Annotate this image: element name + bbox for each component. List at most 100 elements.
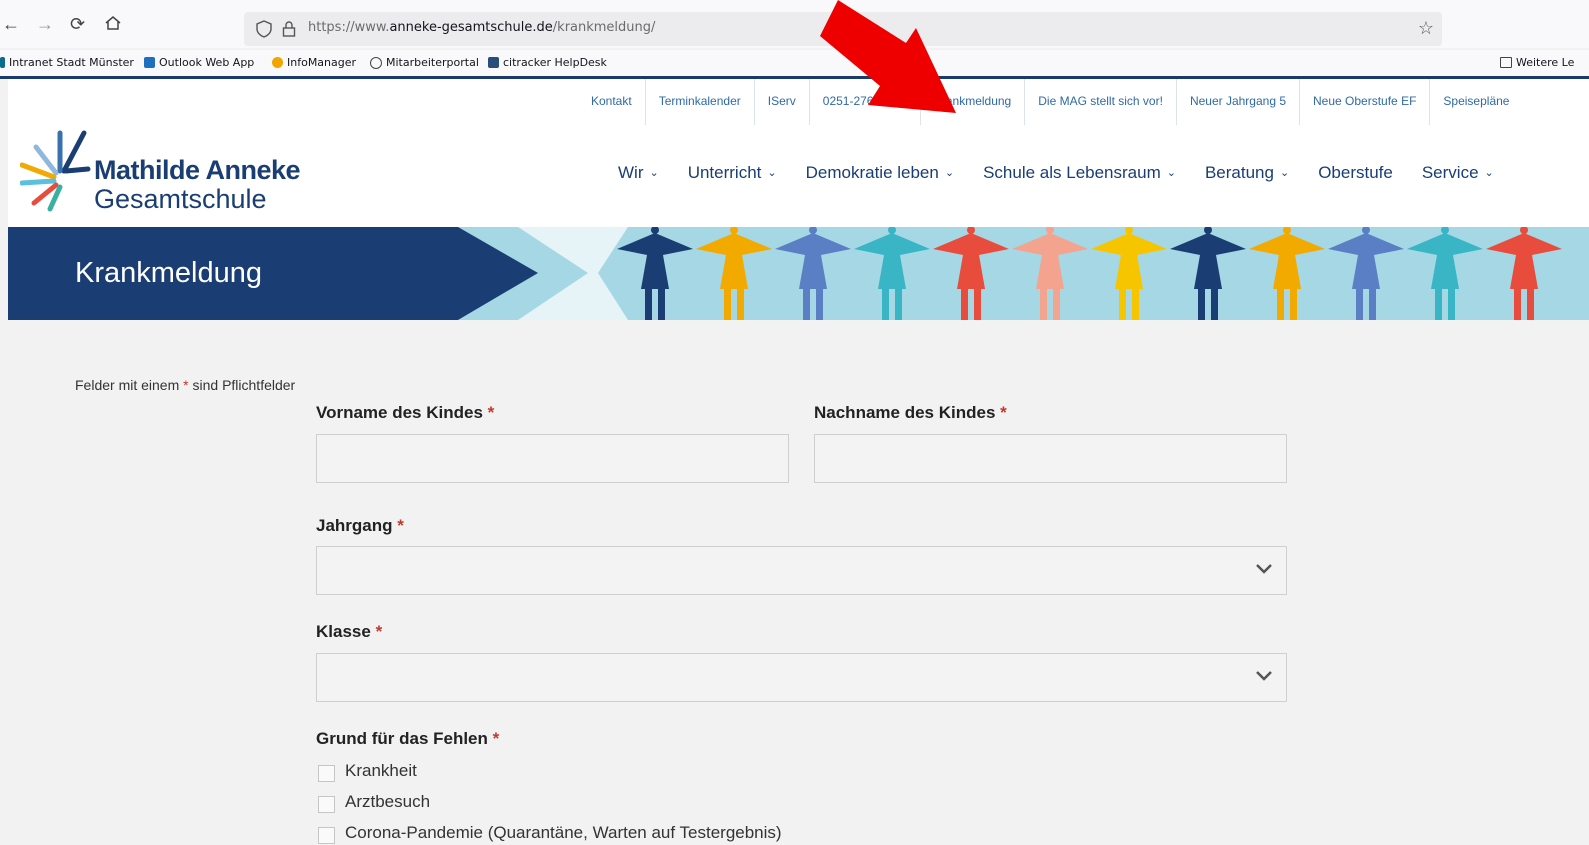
bookmark-citracker[interactable]: citracker HelpDesk (488, 56, 607, 69)
class-label: Klasse * (316, 622, 382, 642)
banner-figure-leg (1198, 289, 1205, 320)
banner-figure-head (1520, 227, 1528, 234)
forward-icon[interactable]: → (36, 14, 54, 34)
outlook-icon (144, 57, 155, 68)
first-name-input[interactable] (316, 434, 789, 483)
banner-figure-leg (1435, 289, 1442, 320)
nav-label: Unterricht (687, 163, 762, 182)
year-select[interactable] (316, 546, 1287, 595)
banner-figure-leg (974, 289, 981, 320)
banner-figure-leg (658, 289, 665, 320)
shield-icon[interactable] (256, 20, 272, 43)
site-header: Kontakt Terminkalender IServ 0251-276 60… (8, 79, 1589, 227)
back-icon[interactable]: ← (2, 14, 20, 34)
nav-item-wir[interactable]: Wir ⌄ (618, 163, 659, 183)
banner-figure (1249, 233, 1325, 289)
reload-icon[interactable]: ⟳ (70, 14, 85, 34)
nav-item-beratung[interactable]: Beratung ⌄ (1205, 163, 1289, 183)
meta-nav-item-krankmeldung[interactable]: Krankmeldung (919, 79, 1024, 125)
school-logo[interactable]: Mathilde Anneke Gesamtschule (20, 129, 310, 219)
nav-item-service[interactable]: Service ⌄ (1422, 163, 1494, 183)
reason-option-label[interactable]: Krankheit (345, 761, 417, 781)
reason-option-label[interactable]: Arztbesuch (345, 792, 430, 812)
reason-option-label[interactable]: Corona-Pandemie (Quarantäne, Warten auf … (345, 823, 782, 843)
bookmark-intranet[interactable]: Intranet Stadt Münster (0, 56, 134, 69)
meta-nav-item[interactable]: 0251-276 60 10 (808, 79, 920, 125)
banner-figure-head (651, 227, 659, 234)
bookmark-mitarbeiterportal[interactable]: Mitarbeiterportal (370, 56, 479, 69)
banner-figure-head (1125, 227, 1133, 234)
chevron-down-icon: ⌄ (649, 167, 659, 179)
banner-figure (854, 233, 930, 289)
nav-label: Service (1421, 163, 1479, 182)
banner-figure (1091, 233, 1167, 289)
banner-figure-head (1362, 227, 1370, 234)
folder-icon (1500, 57, 1512, 68)
banner-figure-leg (882, 289, 889, 320)
banner-figure-leg (1132, 289, 1139, 320)
banner-figure-leg (724, 289, 731, 320)
bookmark-outlook[interactable]: Outlook Web App (144, 56, 254, 69)
address-bar[interactable]: https://www.anneke-gesamtschule.de/krank… (244, 12, 1442, 46)
logo-line-1: Mathilde Anneke (94, 155, 301, 185)
meta-nav-item[interactable]: Kontakt (578, 79, 645, 125)
chevron-down-icon: ⌄ (944, 167, 955, 179)
logo-line-2: Gesamtschule (94, 184, 267, 214)
bookmark-label: Outlook Web App (159, 56, 255, 69)
reason-checkbox-krankheit[interactable] (318, 765, 335, 782)
banner-figure-head (1283, 227, 1291, 234)
label-text: Klasse (316, 622, 371, 641)
nav-item-demokratie[interactable]: Demokratie leben ⌄ (806, 163, 954, 183)
url-domain: anneke-gesamtschule.de (389, 20, 553, 35)
banner-figure (1170, 233, 1246, 289)
chevron-down-icon (1256, 671, 1272, 681)
banner-figure-head (1204, 227, 1212, 234)
banner-figure-leg (895, 289, 902, 320)
bookmark-label: Weitere Le (1516, 56, 1575, 69)
meta-nav-item[interactable]: Terminkalender (644, 79, 754, 125)
banner-figure-leg (1290, 289, 1297, 320)
url-text[interactable]: https://www.anneke-gesamtschule.de/krank… (308, 20, 655, 35)
banner-figure (775, 233, 851, 289)
label-text: Jahrgang (316, 516, 393, 535)
bookmark-infomanager[interactable]: InfoManager (272, 56, 356, 69)
page-banner: Krankmeldung (8, 227, 1589, 320)
last-name-input[interactable] (814, 434, 1287, 483)
bookmark-label: citracker HelpDesk (503, 56, 607, 69)
page-title: Krankmeldung (75, 257, 262, 289)
banner-figure-leg (1277, 289, 1284, 320)
banner-figure (1328, 233, 1404, 289)
year-label: Jahrgang * (316, 516, 404, 536)
banner-figure-leg (1040, 289, 1047, 320)
chevron-down-icon (1256, 564, 1272, 574)
chevron-down-icon: ⌄ (767, 167, 777, 179)
class-select[interactable] (316, 653, 1287, 702)
meta-nav-item[interactable]: IServ (753, 79, 809, 125)
lock-icon[interactable] (282, 20, 296, 43)
globe-icon (370, 56, 382, 69)
nav-item-unterricht[interactable]: Unterricht ⌄ (688, 163, 777, 183)
banner-figure-leg (816, 289, 823, 320)
bookmark-star-icon[interactable]: ☆ (1418, 18, 1434, 39)
meta-nav-item[interactable]: Neue Oberstufe EF (1299, 79, 1429, 125)
meta-nav-item[interactable]: Die MAG stellt sich vor! (1024, 79, 1176, 125)
nav-item-oberstufe[interactable]: Oberstufe (1318, 163, 1393, 183)
info-icon (272, 57, 283, 68)
chevron-down-icon: ⌄ (1166, 167, 1176, 179)
url-path: /krankmeldung/ (552, 20, 656, 35)
label-text: Vorname des Kindes (316, 403, 483, 422)
bookmark-other-folder[interactable]: Weitere Le (1500, 56, 1574, 69)
reason-checkbox-arztbesuch[interactable] (318, 796, 335, 813)
banner-figure-head (809, 227, 817, 234)
url-prefix: https://www. (308, 20, 390, 35)
banner-figure (1012, 233, 1088, 289)
first-name-label: Vorname des Kindes * (316, 403, 494, 423)
meta-nav-item[interactable]: Neuer Jahrgang 5 (1175, 79, 1299, 125)
intranet-icon (0, 57, 5, 68)
banner-figure (696, 233, 772, 289)
reason-checkbox-corona[interactable] (318, 827, 335, 844)
nav-label: Oberstufe (1318, 163, 1393, 182)
meta-nav-item[interactable]: Speisepläne (1429, 79, 1522, 125)
nav-item-lebensraum[interactable]: Schule als Lebensraum ⌄ (983, 163, 1176, 183)
home-icon[interactable] (104, 14, 122, 36)
